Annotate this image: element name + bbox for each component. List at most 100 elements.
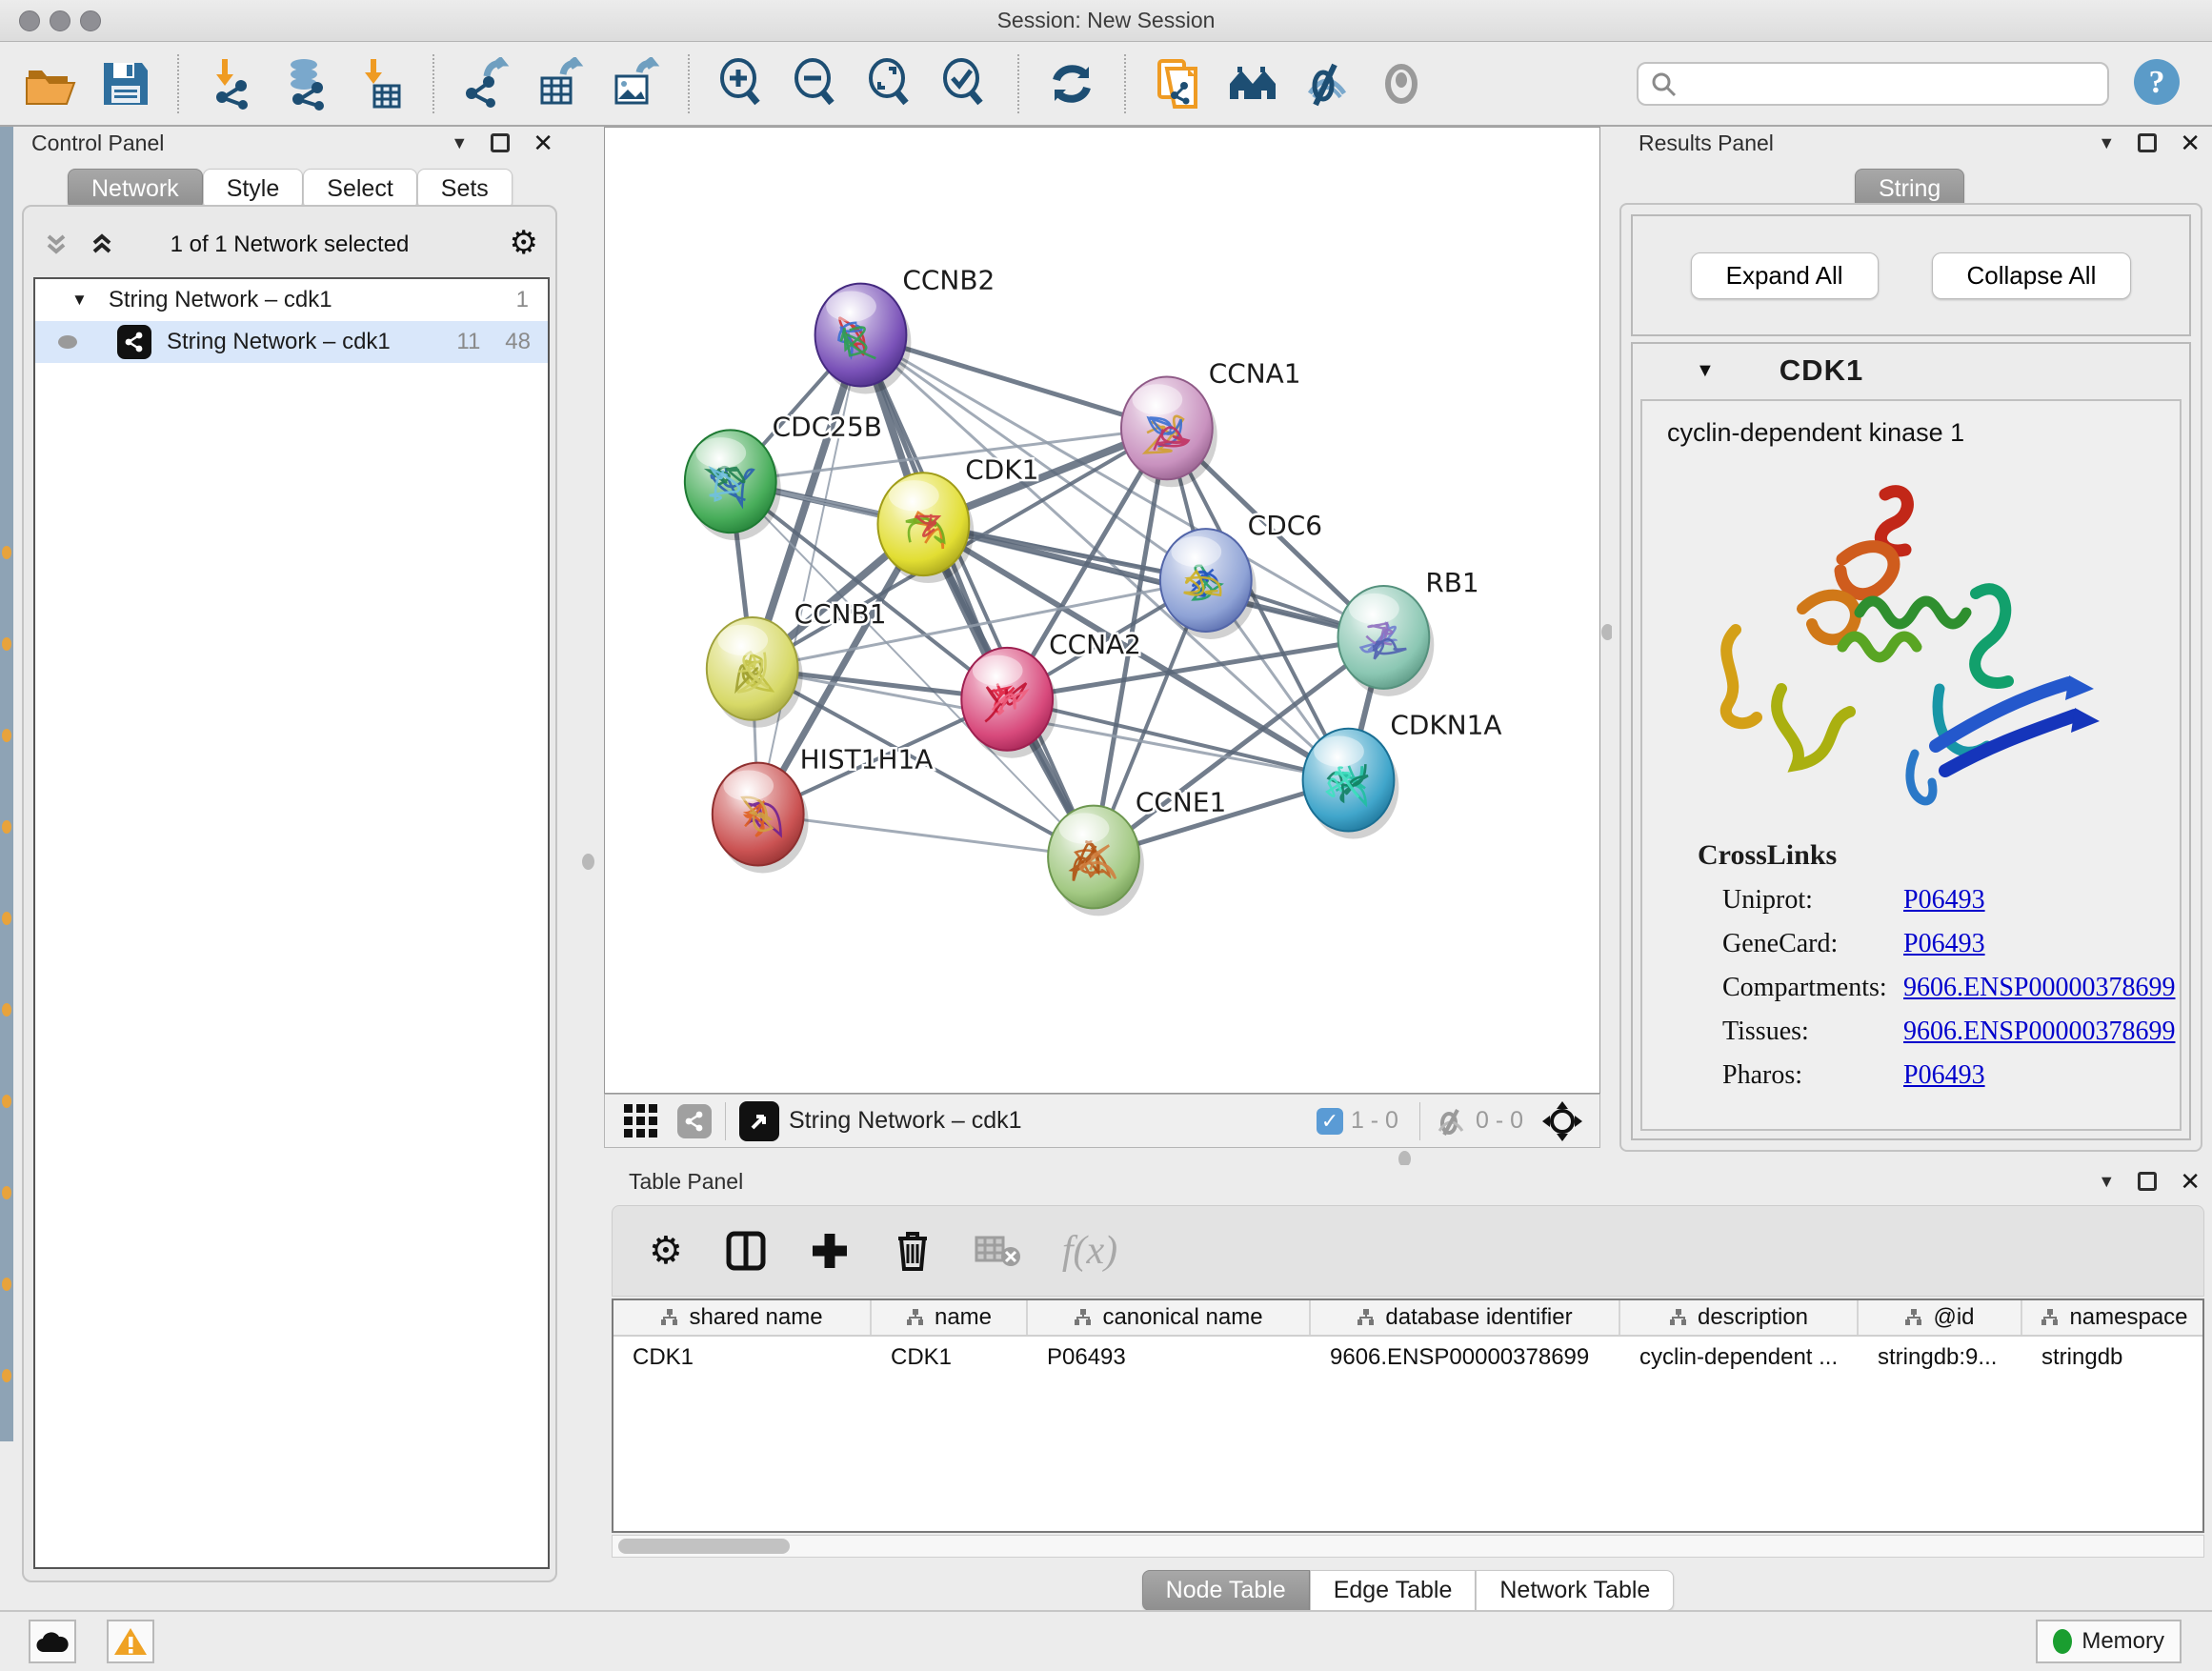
show-all-button[interactable] <box>1364 48 1438 120</box>
panel-float-icon[interactable] <box>2138 133 2157 152</box>
crosslink-link[interactable]: 9606.ENSP00000378699 <box>1903 1017 2175 1047</box>
export-network-button[interactable] <box>450 48 524 120</box>
memory-button[interactable]: Memory <box>2036 1620 2182 1663</box>
collapse-all-button[interactable]: Collapse All <box>1932 252 2132 299</box>
crosslink-link[interactable]: 9606.ENSP00000378699 <box>1903 973 2175 1003</box>
crosslink-label: Pharos: <box>1722 1060 1903 1091</box>
scrollbar-thumb[interactable] <box>618 1539 790 1554</box>
node-label-CCNB2: CCNB2 <box>902 265 995 296</box>
network-options-gear-icon[interactable]: ⚙ <box>510 224 538 262</box>
save-session-button[interactable] <box>88 48 162 120</box>
zoom-out-button[interactable] <box>779 48 854 120</box>
node-RB1[interactable]: RB1 <box>1338 567 1479 696</box>
panel-close-icon[interactable]: ✕ <box>2180 133 2201 152</box>
tab-node-table[interactable]: Node Table <box>1142 1570 1310 1611</box>
zoom-fit-button[interactable] <box>854 48 928 120</box>
table-cell[interactable]: CDK1 <box>613 1344 872 1371</box>
table-cell[interactable]: cyclin-dependent ... <box>1620 1344 1859 1371</box>
panel-close-icon[interactable]: ✕ <box>533 133 553 152</box>
add-column-icon[interactable] <box>809 1230 851 1272</box>
crosslink-row: Compartments:9606.ENSP00000378699 <box>1722 973 2180 1003</box>
zoom-in-button[interactable] <box>705 48 779 120</box>
tab-network[interactable]: Network <box>68 169 203 210</box>
selected-checkbox[interactable]: ✓ <box>1317 1108 1343 1135</box>
crosslink-link[interactable]: P06493 <box>1903 885 1985 916</box>
node-CCNE1[interactable]: CCNE1 <box>1048 787 1226 916</box>
tab-sets[interactable]: Sets <box>417 169 513 210</box>
results-panel: Results Panel ▼ ✕ String Expand All Coll… <box>1612 127 2212 1156</box>
network-snapshot-button[interactable] <box>1141 48 1216 120</box>
column-header-namespace[interactable]: namespace <box>2022 1300 2204 1335</box>
export-image-button[interactable] <box>598 48 673 120</box>
import-network-button[interactable] <box>194 48 269 120</box>
horizontal-scrollbar[interactable] <box>612 1535 2204 1558</box>
column-header-databaseidentifier[interactable]: database identifier <box>1311 1300 1620 1335</box>
warning-status-button[interactable] <box>107 1620 154 1663</box>
node-CCNB1[interactable]: CCNB1 <box>707 598 887 728</box>
open-session-button[interactable] <box>13 48 88 120</box>
network-collection-row[interactable]: ▼ String Network – cdk1 1 <box>35 279 548 321</box>
edge-CCNA2-CDKN1A[interactable] <box>1007 699 1348 780</box>
first-neighbors-button[interactable] <box>1216 48 1290 120</box>
tab-network-table[interactable]: Network Table <box>1476 1570 1674 1611</box>
panel-collapse-icon[interactable]: ▼ <box>2098 133 2115 153</box>
show-columns-icon[interactable] <box>725 1230 767 1272</box>
network-row[interactable]: String Network – cdk1 11 48 <box>35 321 548 363</box>
panel-float-icon[interactable] <box>2138 1172 2157 1191</box>
crosshair-navigate-icon[interactable] <box>1540 1099 1584 1143</box>
column-header-sharedname[interactable]: shared name <box>613 1300 872 1335</box>
table-cell[interactable]: stringdb:9... <box>1859 1344 2022 1371</box>
expand-all-button[interactable]: Expand All <box>1691 252 1879 299</box>
refresh-button[interactable] <box>1035 48 1109 120</box>
node-count: 11 <box>456 329 480 355</box>
tab-edge-table[interactable]: Edge Table <box>1310 1570 1477 1611</box>
node-label-CDKN1A: CDKN1A <box>1390 710 1501 741</box>
table-cell[interactable]: 9606.ENSP00000378699 <box>1311 1344 1620 1371</box>
column-header-canonicalname[interactable]: canonical name <box>1028 1300 1311 1335</box>
gene-section-header[interactable]: ▼ CDK1 <box>1633 344 2189 397</box>
tab-select[interactable]: Select <box>303 169 416 210</box>
edge-CCNB2-HIST1H1A[interactable] <box>758 335 861 815</box>
cloud-status-button[interactable] <box>29 1620 76 1663</box>
crosslink-link[interactable]: P06493 <box>1903 1060 1985 1091</box>
panel-collapse-icon[interactable]: ▼ <box>451 133 468 153</box>
import-table-button[interactable] <box>343 48 417 120</box>
panel-close-icon[interactable]: ✕ <box>2180 1172 2201 1191</box>
network-overview-icon[interactable] <box>677 1104 712 1138</box>
left-splitter-handle[interactable] <box>582 854 594 870</box>
table-row[interactable]: CDK1CDK1P064939606.ENSP00000378699cyclin… <box>613 1337 2202 1379</box>
column-sort-icon <box>660 1308 679 1327</box>
gene-collapse-icon[interactable]: ▼ <box>1696 360 1715 382</box>
tab-style[interactable]: Style <box>203 169 304 210</box>
import-network-from-database-button[interactable] <box>269 48 343 120</box>
tree-expand-icon[interactable]: ▼ <box>71 291 88 310</box>
table-cell[interactable]: stringdb <box>2022 1344 2204 1371</box>
column-header-name[interactable]: name <box>872 1300 1028 1335</box>
network-canvas[interactable]: CCNB2CCNA1CDC25BCDK1CDC6RB1CCNB1CCNA2CDK… <box>604 127 1600 1094</box>
search-input[interactable] <box>1637 62 2109 106</box>
table-options-gear-icon[interactable]: ⚙ <box>649 1229 683 1273</box>
edge-CCNB2-CCNE1[interactable] <box>861 335 1095 857</box>
crosslink-label: Compartments: <box>1722 973 1903 1003</box>
export-table-button[interactable] <box>524 48 598 120</box>
table-toolbar: ⚙ f(x) <box>612 1205 2204 1297</box>
node-CDKN1A[interactable]: CDKN1A <box>1303 710 1502 839</box>
column-header-id[interactable]: @id <box>1859 1300 2022 1335</box>
crosslink-link[interactable]: P06493 <box>1903 929 1985 959</box>
help-button[interactable]: ? <box>2132 57 2182 111</box>
column-header-description[interactable]: description <box>1620 1300 1859 1335</box>
node-table[interactable]: shared namenamecanonical namedatabase id… <box>612 1299 2204 1533</box>
delete-column-icon[interactable] <box>893 1229 933 1273</box>
panel-collapse-icon[interactable]: ▼ <box>2098 1172 2115 1192</box>
cloud-icon <box>35 1629 70 1654</box>
node-CDC6[interactable]: CDC6 <box>1160 510 1322 639</box>
node-HIST1H1A[interactable]: HIST1H1A <box>713 744 934 874</box>
table-cell[interactable]: P06493 <box>1028 1344 1311 1371</box>
panel-float-icon[interactable] <box>491 133 510 152</box>
zoom-selected-button[interactable] <box>928 48 1002 120</box>
birdseye-view-button[interactable] <box>739 1101 779 1141</box>
table-cell[interactable]: CDK1 <box>872 1344 1028 1371</box>
title-bar: Session: New Session <box>0 0 2212 42</box>
hide-selected-button[interactable] <box>1290 48 1364 120</box>
grid-view-icon[interactable] <box>622 1102 660 1140</box>
